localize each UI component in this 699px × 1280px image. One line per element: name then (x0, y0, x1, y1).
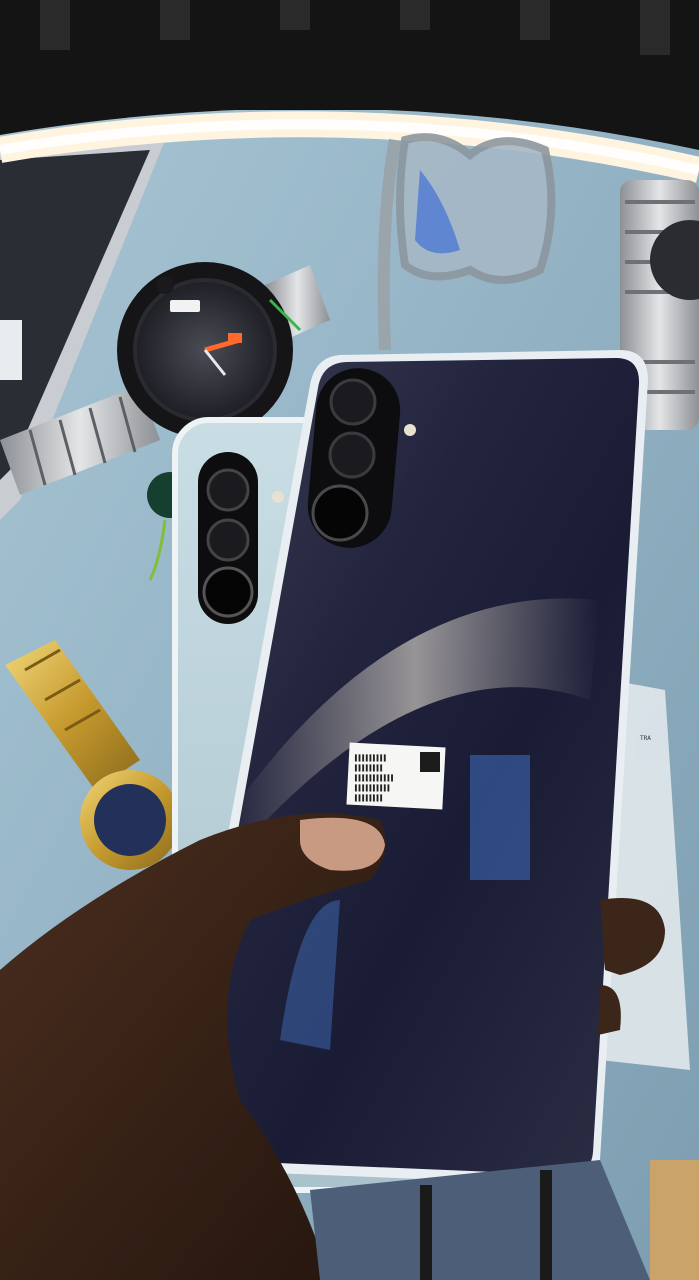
sticker-line-1: ▌▌▌▌▌▌▌▌▌ (354, 754, 388, 762)
sticker-line-4: ▌▌▌▌▌▌▌▌▌▌ (354, 784, 391, 792)
sticker-line-3: ▌▌▌▌▌▌▌▌▌▌▌ (354, 774, 395, 782)
sticker-line-5: ▌▌▌▌▌▌▌▌ (354, 794, 384, 802)
photo-scene: TRA ▌▌▌▌▌▌▌▌▌ ▌▌▌▌▌▌▌▌ ▌▌▌▌▌▌▌▌▌▌▌ ▌▌▌▌▌… (0, 0, 699, 1280)
photo-canvas: TRA ▌▌▌▌▌▌▌▌▌ ▌▌▌▌▌▌▌▌ ▌▌▌▌▌▌▌▌▌▌▌ ▌▌▌▌▌… (0, 0, 699, 1280)
svg-text:TRA: TRA (640, 735, 651, 742)
sticker: ▌▌▌▌▌▌▌▌▌ ▌▌▌▌▌▌▌▌ ▌▌▌▌▌▌▌▌▌▌▌ ▌▌▌▌▌▌▌▌▌… (346, 742, 446, 810)
sticker-line-2: ▌▌▌▌▌▌▌▌ (354, 764, 384, 772)
